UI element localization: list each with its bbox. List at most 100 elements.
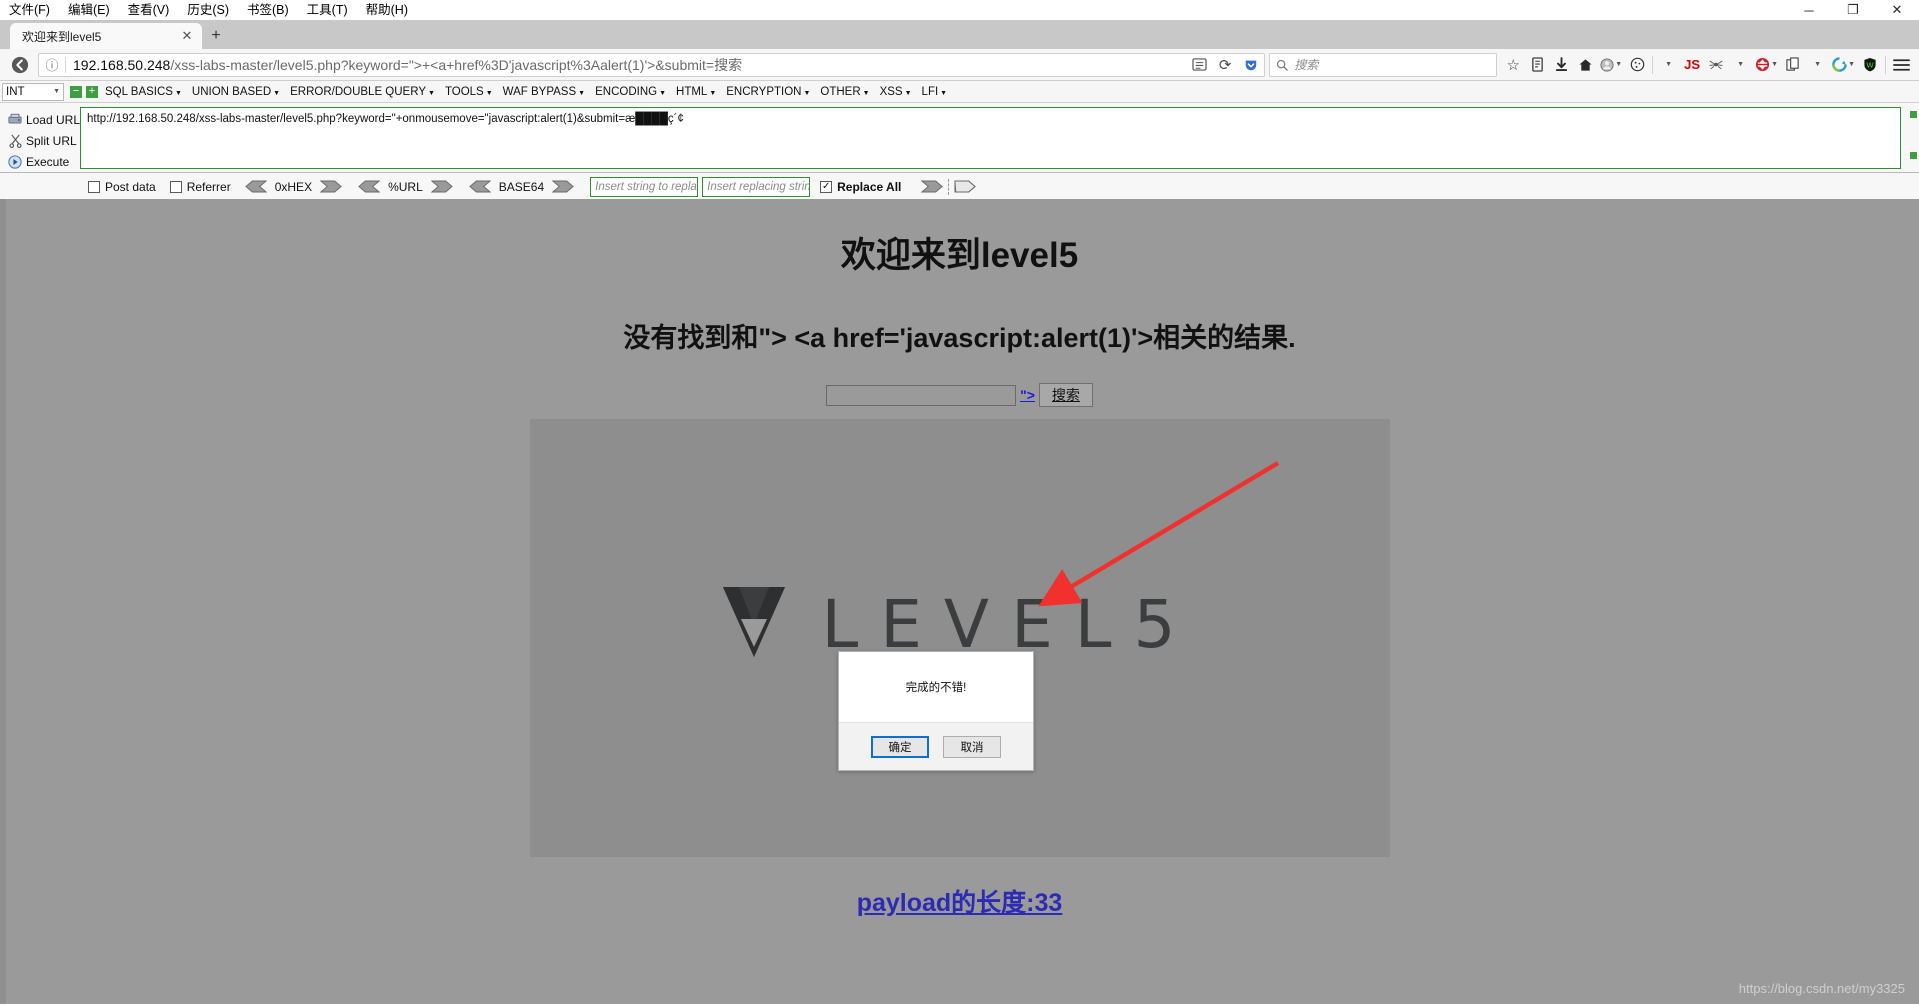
account-icon[interactable]: ▼ (1597, 52, 1625, 78)
injected-link[interactable]: "> (1020, 387, 1035, 403)
cookie-icon[interactable] (1625, 52, 1649, 78)
tab-strip: 欢迎来到level5 ✕ + (0, 20, 1919, 49)
replace-apply-button[interactable] (921, 180, 944, 193)
bookmark-xss[interactable]: XSS ▼ (875, 86, 917, 98)
split-url-label: Split URL (26, 133, 77, 148)
svg-text:W: W (1866, 60, 1874, 69)
search-form: "> 搜索 (0, 383, 1919, 407)
load-url-button[interactable]: Load URL (4, 109, 80, 130)
menu-edit[interactable]: 编辑(E) (59, 0, 119, 20)
spider-icon[interactable] (1704, 52, 1728, 78)
url-path: /xss-labs-master/level5.php?keyword=">+<… (170, 56, 743, 73)
toolbar-divider (1652, 55, 1654, 74)
referrer-checkbox-box[interactable] (169, 180, 182, 193)
js-toggle-icon[interactable]: JS (1680, 52, 1704, 78)
bookmark-star-icon[interactable]: ☆ (1501, 52, 1525, 78)
replace-from-input[interactable]: Insert string to replace (590, 176, 699, 197)
bookmark-waf-bypass[interactable]: WAF BYPASS ▼ (498, 86, 590, 98)
bookmark-tools[interactable]: TOOLS ▼ (440, 86, 498, 98)
bookmark-lfi[interactable]: LFI ▼ (917, 86, 953, 98)
base64-encode-button[interactable] (551, 180, 574, 193)
hackbar-mode-select[interactable]: INT ▼ (2, 82, 64, 101)
url-encode-button[interactable] (430, 180, 453, 193)
base64-label: BASE64 (498, 179, 545, 194)
tab-close-icon[interactable]: ✕ (178, 27, 196, 45)
spider-chevron-icon[interactable]: ▼ (1728, 52, 1752, 78)
bookmark-encoding[interactable]: ENCODING ▼ (590, 86, 671, 98)
hackbar-icon[interactable]: ▼ (1752, 52, 1781, 78)
base64-decode-button[interactable] (468, 180, 492, 193)
tab-title: 欢迎来到level5 (22, 29, 102, 44)
alert-ok-button[interactable]: 确定 (871, 735, 929, 758)
page-copy-icon[interactable] (1781, 52, 1805, 78)
alert-dialog: 完成的不错! 确定 取消 (838, 651, 1034, 771)
alert-cancel-button[interactable]: 取消 (943, 735, 1001, 758)
payload-length-link[interactable]: payload的长度:33 (857, 889, 1063, 917)
replace-revert-button[interactable] (954, 180, 977, 193)
reader-mode-icon[interactable] (1186, 54, 1212, 76)
hackbar-actions: Load URL Split URL Execute (0, 107, 80, 172)
close-button[interactable]: ✕ (1875, 0, 1919, 20)
proxy-chevron-icon[interactable]: ▼ (1848, 61, 1855, 68)
downloads-icon[interactable] (1549, 52, 1573, 78)
menu-history[interactable]: 历史(S) (178, 0, 238, 20)
maximize-button[interactable]: ❐ (1831, 0, 1875, 20)
bookmark-other[interactable]: OTHER ▼ (815, 86, 874, 98)
site-identity-icon[interactable]: ⓘ (39, 55, 65, 74)
menu-view[interactable]: 查看(V) (119, 0, 179, 20)
page-copy-chevron-icon[interactable]: ▼ (1805, 52, 1829, 78)
chevron-down-icon[interactable]: ▼ (1615, 61, 1622, 68)
payload-length-row: payload的长度:33 (0, 883, 1919, 919)
hex-label: 0xHEX (274, 179, 313, 194)
hex-encode-button[interactable] (319, 180, 342, 193)
new-tab-button[interactable]: + (202, 23, 230, 49)
search-submit-button[interactable]: 搜索 (1038, 383, 1093, 407)
shield-icon[interactable]: W (1858, 52, 1882, 78)
replace-all-checkbox-box[interactable]: ✓ (820, 180, 833, 193)
bookmark-sql-basics[interactable]: SQL BASICS ▼ (100, 86, 187, 98)
scissors-icon (4, 134, 26, 148)
replace-all-checkbox[interactable]: ✓ Replace All (820, 180, 901, 194)
replace-to-input[interactable]: Insert replacing string (702, 176, 811, 197)
back-button[interactable] (6, 52, 34, 78)
bookmark-html[interactable]: HTML ▼ (671, 86, 721, 98)
menu-tools[interactable]: 工具(T) (298, 0, 357, 20)
level5-logo-mark (721, 585, 787, 664)
reload-button[interactable]: ⟳ (1212, 54, 1238, 76)
execute-button[interactable]: Execute (4, 151, 80, 172)
hackbar-chevron-icon[interactable]: ▼ (1771, 61, 1778, 68)
add-bookmark-button[interactable]: + (86, 85, 98, 98)
pocket-icon[interactable] (1238, 54, 1264, 76)
browser-tab[interactable]: 欢迎来到level5 ✕ (10, 23, 202, 49)
menu-file[interactable]: 文件(F) (0, 0, 59, 20)
toolbar-overflow-chevron[interactable]: ▼ (1656, 52, 1680, 78)
address-bar[interactable]: ⓘ 192.168.50.248/xss-labs-master/level5.… (38, 52, 1266, 77)
search-input-placeholder: 搜索 (1294, 58, 1319, 72)
url-decode-button[interactable] (358, 180, 381, 193)
encoder-base64: BASE64 (468, 179, 574, 194)
search-bar[interactable]: 搜索 (1269, 52, 1498, 77)
split-url-button[interactable]: Split URL (4, 130, 80, 151)
hex-decode-button[interactable] (244, 180, 268, 193)
page-left-scroll-strip (0, 199, 6, 1004)
chevron-down-icon: ▼ (578, 89, 586, 97)
bookmark-encryption[interactable]: ENCRYPTION ▼ (721, 86, 815, 98)
bookmark-error-double-query[interactable]: ERROR/DOUBLE QUERY ▼ (285, 86, 440, 98)
load-url-label: Load URL (25, 112, 80, 127)
remove-bookmark-button[interactable]: − (70, 85, 82, 98)
hackbar-url-input[interactable]: http://192.168.50.248/xss-labs-master/le… (80, 107, 1901, 169)
home-icon[interactable] (1573, 52, 1597, 78)
keyword-input[interactable] (826, 384, 1017, 406)
post-data-checkbox[interactable]: Post data (88, 180, 156, 194)
minimize-button[interactable]: ─ (1787, 0, 1831, 20)
library-icon[interactable] (1525, 52, 1549, 78)
menu-bookmarks[interactable]: 书签(B) (238, 0, 298, 20)
menu-help[interactable]: 帮助(H) (357, 0, 417, 20)
proxy-swap-icon[interactable]: ▼ (1829, 52, 1858, 78)
chevron-down-icon: ▼ (485, 89, 493, 97)
post-data-checkbox-box[interactable] (88, 180, 100, 193)
referrer-checkbox[interactable]: Referrer (169, 180, 231, 194)
chevron-down-icon: ▼ (803, 89, 811, 97)
bookmark-union-based[interactable]: UNION BASED ▼ (187, 86, 285, 98)
hamburger-menu-icon[interactable] (1889, 52, 1913, 78)
